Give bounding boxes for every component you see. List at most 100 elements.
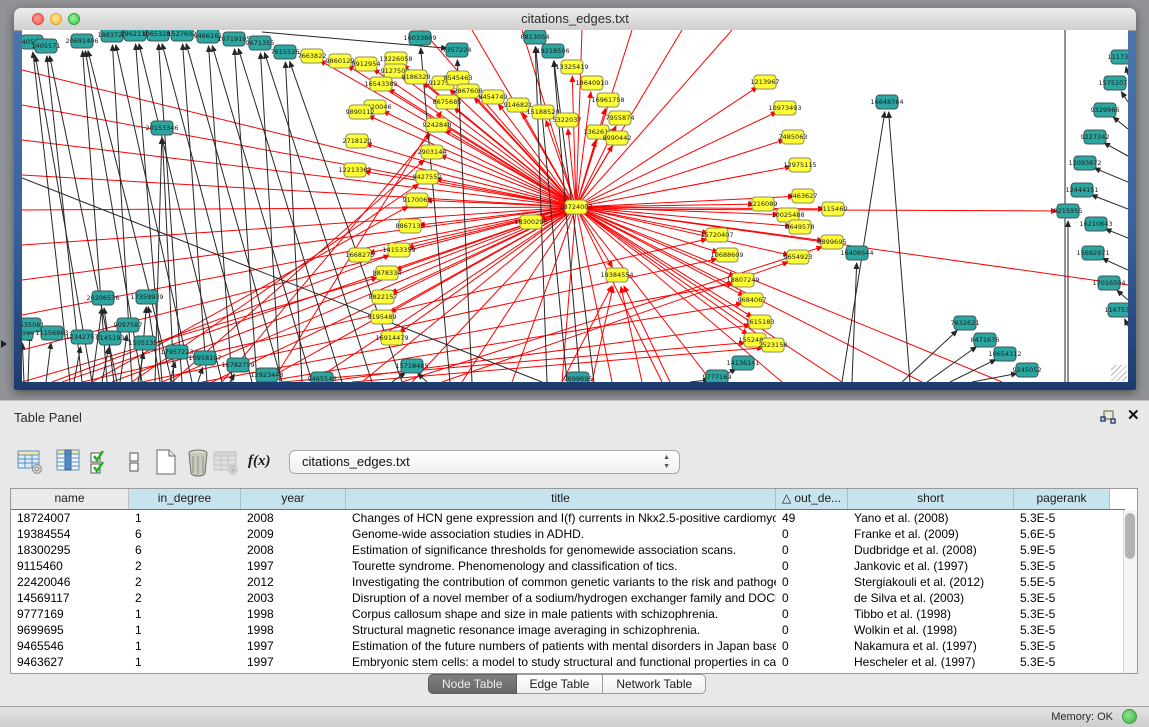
graph-node[interactable]: 12444151 bbox=[1065, 183, 1098, 197]
panel-collapse-arrow-icon[interactable] bbox=[1, 340, 7, 348]
graph-node[interactable]: 14153359 bbox=[382, 243, 415, 257]
window-titlebar[interactable]: citations_edges.txt bbox=[14, 8, 1136, 31]
graph-node[interactable]: 8215955 bbox=[1054, 204, 1083, 218]
table-row[interactable]: 1830029562008Estimation of significance … bbox=[11, 542, 1125, 558]
graph-node[interactable]: 1405571 bbox=[32, 39, 61, 53]
graph-node[interactable]: 1117304 bbox=[1108, 50, 1128, 64]
graph-node[interactable]: 9649578 bbox=[786, 220, 815, 234]
tab-edge-table[interactable]: Edge Table bbox=[517, 674, 604, 694]
function-builder-icon[interactable]: f(x) bbox=[248, 453, 276, 483]
table-row[interactable]: 911546021997Tourette syndrome. Phenomeno… bbox=[11, 558, 1125, 574]
graph-node[interactable]: 15692971 bbox=[1076, 246, 1109, 260]
graph-node[interactable]: 9777169 bbox=[703, 370, 732, 382]
tab-network-table[interactable]: Network Table bbox=[603, 674, 706, 694]
graph-node[interactable]: 1216089 bbox=[749, 197, 778, 211]
graph-node[interactable]: 8813054 bbox=[521, 30, 550, 44]
graph-node[interactable]: 14136141 bbox=[726, 356, 759, 370]
graph-node[interactable]: 19384554 bbox=[600, 268, 633, 282]
column-header-title[interactable]: title bbox=[346, 489, 776, 509]
graph-node[interactable]: 16033809 bbox=[403, 31, 436, 45]
graph-node[interactable]: 2718120 bbox=[343, 134, 372, 148]
show-columns-icon[interactable] bbox=[55, 447, 83, 477]
graph-node[interactable]: 12213363 bbox=[338, 163, 371, 177]
graph-node[interactable]: 10654112 bbox=[988, 347, 1021, 361]
table-row[interactable]: 1872400712008Changes of HCN gene express… bbox=[11, 510, 1125, 526]
graph-node[interactable]: 12975115 bbox=[783, 158, 816, 172]
graph-node[interactable]: 20691406 bbox=[65, 34, 98, 48]
column-header-short[interactable]: short bbox=[848, 489, 1014, 509]
graph-node[interactable]: 12342757 bbox=[65, 330, 98, 344]
column-header-year[interactable]: year bbox=[241, 489, 346, 509]
graph-node[interactable]: 9465546 bbox=[308, 372, 337, 382]
graph-node[interactable]: 8990442 bbox=[603, 131, 632, 145]
graph-node[interactable]: 1213967 bbox=[751, 75, 780, 89]
table-selector-dropdown[interactable]: citations_edges.txt ▲▼ bbox=[289, 450, 680, 474]
graph-node[interactable]: 15751074 bbox=[1098, 76, 1128, 90]
graph-node[interactable]: 1527602 bbox=[168, 30, 197, 41]
graph-node[interactable]: 9329966 bbox=[1091, 103, 1120, 117]
scrollbar-thumb[interactable] bbox=[1125, 513, 1135, 559]
graph-node[interactable]: 8878334 bbox=[373, 266, 402, 280]
network-canvas[interactable]: 3405574140557120691406188372719621351065… bbox=[22, 30, 1128, 382]
graph-node[interactable]: 16648784 bbox=[870, 95, 903, 109]
graph-node[interactable]: 8471676 bbox=[971, 333, 1000, 347]
graph-node[interactable]: 9195489 bbox=[368, 310, 397, 324]
graph-node[interactable]: 13325419 bbox=[555, 60, 588, 74]
graph-node[interactable]: 8867130 bbox=[396, 219, 425, 233]
graph-node[interactable]: 18807249 bbox=[726, 273, 759, 287]
graph-node[interactable]: 8822157 bbox=[369, 290, 398, 304]
graph-node[interactable]: 17016504 bbox=[1092, 276, 1125, 290]
graph-node[interactable]: 8912954 bbox=[352, 57, 381, 71]
graph-node[interactable]: 5322037 bbox=[553, 113, 582, 127]
graph-node[interactable]: 16409544 bbox=[840, 246, 873, 260]
graph-node[interactable]: 9097587 bbox=[114, 318, 143, 332]
graph-node[interactable]: 9242848 bbox=[423, 118, 452, 132]
graph-node[interactable]: 2903144 bbox=[418, 145, 447, 159]
select-all-columns-icon[interactable] bbox=[88, 447, 116, 477]
table-row[interactable]: 977716911998Corpus callosum shape and si… bbox=[11, 606, 1125, 622]
graph-node[interactable]: 17359939 bbox=[130, 290, 163, 304]
graph-node[interactable]: 16914479 bbox=[375, 331, 408, 345]
graph-node[interactable]: 1167533 bbox=[1105, 303, 1128, 317]
graph-node[interactable]: 16210643 bbox=[1079, 217, 1112, 231]
float-panel-icon[interactable] bbox=[1100, 410, 1116, 424]
graph-node[interactable]: 7955874 bbox=[606, 111, 635, 125]
graph-node[interactable]: 12923448 bbox=[250, 368, 283, 382]
resize-grip-icon[interactable] bbox=[1111, 365, 1127, 381]
graph-node[interactable]: 9463627 bbox=[789, 189, 818, 203]
graph-node[interactable]: 1668275 bbox=[346, 248, 375, 262]
graph-node[interactable]: 10973493 bbox=[768, 101, 801, 115]
graph-node[interactable]: 7357224 bbox=[443, 43, 472, 57]
graph-node[interactable]: 2523158 bbox=[759, 338, 788, 352]
graph-node[interactable]: 8186328 bbox=[402, 70, 431, 84]
graph-node[interactable]: 9899695 bbox=[818, 235, 847, 249]
table-row[interactable]: 1938455462009Genome-wide association stu… bbox=[11, 526, 1125, 542]
column-header-in_degree[interactable]: in_degree bbox=[129, 489, 241, 509]
create-column-icon[interactable] bbox=[152, 447, 180, 477]
graph-node[interactable]: 9654923 bbox=[784, 250, 813, 264]
column-header-name[interactable]: name bbox=[11, 489, 129, 509]
graph-node[interactable]: 11156863 bbox=[35, 326, 68, 340]
graph-node[interactable]: 8675685 bbox=[433, 95, 462, 109]
graph-node[interactable]: 9890112 bbox=[346, 105, 375, 119]
close-panel-icon[interactable]: ✕ bbox=[1127, 406, 1140, 424]
graph-node[interactable]: 9115460 bbox=[819, 202, 848, 216]
graph-node[interactable]: 9860129 bbox=[326, 54, 355, 68]
graph-node[interactable]: 1615183 bbox=[746, 315, 775, 329]
unselect-all-columns-icon[interactable] bbox=[121, 447, 149, 477]
table-row[interactable]: 969969511998Structural magnetic resonanc… bbox=[11, 622, 1125, 638]
graph-node[interactable]: 9170065 bbox=[403, 193, 432, 207]
graph-node[interactable]: 9699695 bbox=[564, 372, 593, 382]
graph-node[interactable]: 16782759 bbox=[221, 358, 254, 372]
graph-node[interactable]: 1145193 bbox=[96, 331, 125, 345]
graph-node[interactable]: 15718485 bbox=[395, 359, 428, 373]
column-header-pagerank[interactable]: pagerank bbox=[1014, 489, 1110, 509]
graph-node[interactable]: 7615526 bbox=[271, 45, 300, 59]
graph-node[interactable]: 8427552 bbox=[413, 170, 442, 184]
vertical-scrollbar[interactable] bbox=[1123, 510, 1137, 673]
column-header-out_de[interactable]: △ out_de... bbox=[776, 489, 848, 509]
graph-node[interactable]: 16961758 bbox=[591, 93, 624, 107]
graph-node[interactable]: 7632621 bbox=[951, 316, 980, 330]
graph-node[interactable]: 19218506 bbox=[536, 44, 569, 58]
delete-columns-icon[interactable] bbox=[184, 447, 212, 477]
